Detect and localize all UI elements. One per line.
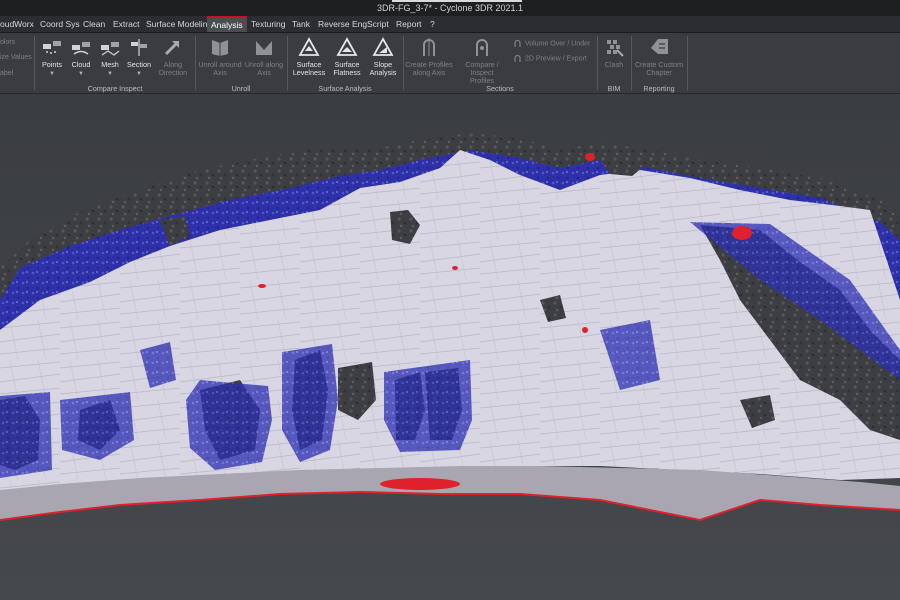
chevron-down-icon: ▼ (49, 71, 55, 77)
tab-help[interactable]: ? (430, 16, 435, 32)
unroll-along-axis-button[interactable]: Unroll along Axis (243, 36, 285, 77)
group-bim: BIM (607, 84, 621, 93)
cloud-compare-icon (72, 42, 90, 55)
flatness-icon (336, 37, 358, 56)
ground-red-spot (380, 478, 460, 490)
ribbon-separator (195, 36, 196, 90)
slope-analysis-button[interactable]: Slope Analysis (366, 36, 400, 77)
tab-report[interactable]: Report (396, 16, 422, 32)
profiles-axis-icon (423, 38, 435, 56)
group-unroll: Unroll (231, 84, 251, 93)
tab-tank[interactable]: Tank (292, 16, 310, 32)
custom-chapter-icon (651, 39, 668, 54)
levelness-icon (298, 37, 320, 56)
chevron-down-icon: ▼ (78, 71, 84, 77)
volume-over-under-button[interactable]: Volume Over / Under (513, 39, 590, 48)
group-surface-analysis: Surface Analysis (318, 84, 372, 93)
create-profiles-button[interactable]: Create Profiles along Axis (405, 36, 453, 77)
ribbon-separator (287, 36, 288, 90)
ribbon-separator (597, 36, 598, 90)
3d-viewport[interactable] (0, 94, 900, 600)
tab-coord-sys[interactable]: Coord Sys (40, 16, 80, 32)
window-title: 3DR-FG_3-7* - Cyclone 3DR 2021.1 (376, 3, 524, 13)
points-compare-icon (43, 41, 61, 54)
mesh-button[interactable]: Mesh ▼ (96, 36, 124, 78)
chevron-down-icon: ▼ (107, 71, 113, 77)
tab-analysis[interactable]: Analysis (207, 16, 247, 32)
preview-2d-icon (514, 54, 521, 62)
points-button[interactable]: Points ▼ (38, 36, 66, 78)
ribbon-item-colors[interactable]: olors (0, 39, 15, 46)
tab-script[interactable]: Script (367, 16, 389, 32)
ribbon-item-size-values[interactable]: ize Values (0, 54, 32, 61)
group-reporting: Reporting (643, 84, 675, 93)
along-direction-button[interactable]: Along Direction (156, 36, 190, 77)
tab-reverse-eng[interactable]: Reverse Eng (318, 16, 367, 32)
ribbon-separator (687, 36, 688, 90)
compare-inspect-profiles-button[interactable]: Compare / Inspect Profiles (454, 36, 510, 85)
create-custom-chapter-button[interactable]: Create Custom Chapter (634, 36, 684, 77)
tab-cloudworx[interactable]: oudWorx (0, 16, 34, 32)
tab-texturing[interactable]: Texturing (251, 16, 286, 32)
unroll-around-axis-button[interactable]: Unroll around Axis (198, 36, 242, 77)
section-compare-icon (131, 39, 147, 56)
clash-button[interactable]: Clash (600, 36, 628, 69)
mesh-compare-icon (101, 42, 120, 56)
tab-clean[interactable]: Clean (83, 16, 105, 32)
ribbon-separator (631, 36, 632, 90)
surface-levelness-button[interactable]: Surface Levelness (290, 36, 328, 77)
group-sections: Sections (486, 84, 514, 93)
slope-icon (372, 37, 394, 56)
section-button[interactable]: Section ▼ (125, 36, 153, 78)
2d-preview-export-button[interactable]: 2D Preview / Export (513, 54, 587, 63)
surface-flatness-button[interactable]: Surface Flatness (329, 36, 365, 77)
compare-profiles-icon (476, 39, 488, 56)
ribbon-separator (403, 36, 404, 90)
unroll-around-icon (212, 40, 228, 56)
group-compare-inspect: Compare Inspect (87, 84, 143, 93)
tab-extract[interactable]: Extract (113, 16, 139, 32)
ribbon-separator (34, 36, 35, 90)
clash-icon (607, 40, 624, 57)
tab-surface-modeling[interactable]: Surface Modeling (146, 16, 212, 32)
ribbon-item-label[interactable]: abel (0, 70, 13, 77)
unroll-along-icon (256, 41, 272, 55)
title-bar: 3DR-FG_3-7* - Cyclone 3DR 2021.1 (0, 0, 900, 16)
ribbon-tab-bar: oudWorx Coord Sys Clean Extract Surface … (0, 16, 900, 33)
chevron-down-icon: ▼ (136, 71, 142, 77)
ribbon-panel: olors ize Values abel Points ▼ Cloud ▼ M… (0, 33, 900, 94)
cloud-button[interactable]: Cloud ▼ (67, 36, 95, 78)
arrow-direction-icon (164, 40, 180, 56)
volume-icon (514, 39, 521, 47)
